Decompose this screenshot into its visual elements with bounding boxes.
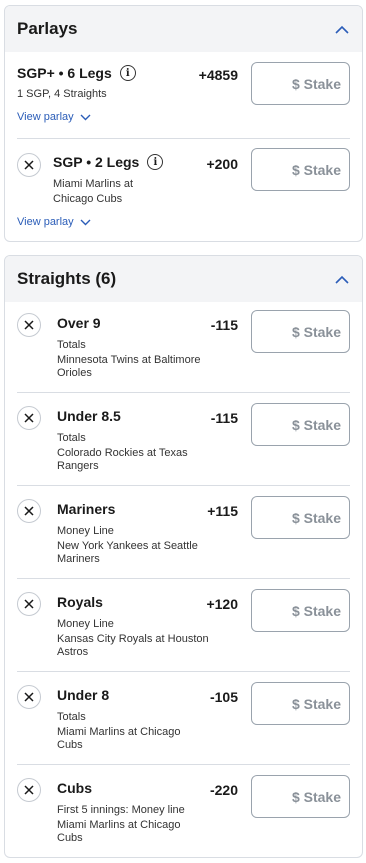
market-label: First 5 innings: Money line <box>57 804 185 816</box>
remove-button[interactable] <box>17 313 41 337</box>
chevron-down-icon <box>80 219 91 225</box>
event-label: Kansas City Royals at Houston Astros <box>57 633 209 658</box>
parlays-header[interactable]: Parlays <box>5 6 362 52</box>
selection-odds: +115 <box>207 503 238 519</box>
selection-odds: -220 <box>209 782 238 798</box>
stake-input[interactable] <box>251 310 350 353</box>
remove-button[interactable] <box>17 592 41 616</box>
divider <box>17 671 350 672</box>
stake-input[interactable] <box>251 403 350 446</box>
market-label: Totals <box>57 432 86 444</box>
event-label: Miami Marlins at Chicago Cubs <box>57 819 181 844</box>
selection-odds: -115 <box>210 410 238 426</box>
close-icon <box>24 599 34 609</box>
view-parlay-link[interactable]: View parlay <box>17 216 91 228</box>
market-label: Totals <box>57 711 86 723</box>
market-label: Totals <box>57 339 86 351</box>
remove-button[interactable] <box>17 406 41 430</box>
parlay-odds: +4859 <box>198 67 238 83</box>
divider <box>17 138 350 139</box>
parlays-section: Parlays SGP+ • 6 Legs i 1 SGP, 4 Straigh… <box>4 5 363 242</box>
stake-input[interactable] <box>251 775 350 818</box>
stake-input[interactable] <box>251 496 350 539</box>
divider <box>17 578 350 579</box>
selection-title: Mariners <box>57 501 116 517</box>
selection-odds: -105 <box>209 689 238 705</box>
selection-title: Cubs <box>57 780 92 796</box>
selection-odds: -115 <box>210 317 238 333</box>
remove-button[interactable] <box>17 153 41 177</box>
selection-title: Under 8 <box>57 687 110 703</box>
info-icon[interactable]: i <box>119 65 136 81</box>
parlay-stake-input[interactable] <box>251 148 350 191</box>
parlay-title: SGP+ • 6 Legs i <box>17 65 136 81</box>
market-label: Money Line <box>57 525 114 537</box>
close-icon <box>24 413 34 423</box>
remove-button[interactable] <box>17 685 41 709</box>
event-label: Minnesota Twins at Baltimore Orioles <box>57 354 201 379</box>
parlay-title: SGP • 2 Legs i <box>53 154 164 170</box>
close-icon <box>24 785 34 795</box>
event-label: Miami Marlins at Chicago Cubs <box>57 726 181 751</box>
straights-header[interactable]: Straights (6) <box>5 256 362 302</box>
remove-button[interactable] <box>17 499 41 523</box>
chevron-up-icon[interactable] <box>334 271 350 287</box>
close-icon <box>24 320 34 330</box>
chevron-up-icon[interactable] <box>334 21 350 37</box>
selection-title: Under 8.5 <box>57 408 121 424</box>
view-parlay-link[interactable]: View parlay <box>17 111 91 123</box>
divider <box>17 392 350 393</box>
parlays-title: Parlays <box>17 19 78 38</box>
divider <box>17 485 350 486</box>
market-label: Money Line <box>57 618 114 630</box>
parlay-stake-input[interactable] <box>251 62 350 105</box>
parlay-event: Miami Marlins at Chicago Cubs <box>53 178 134 205</box>
close-icon <box>24 160 34 170</box>
close-icon <box>24 692 34 702</box>
stake-input[interactable] <box>251 589 350 632</box>
close-icon <box>24 506 34 516</box>
selection-odds: +120 <box>206 596 238 612</box>
event-label: New York Yankees at Seattle Mariners <box>57 540 198 565</box>
straights-title: Straights (6) <box>17 269 117 288</box>
selection-title: Royals <box>57 594 103 610</box>
parlay-subtitle: 1 SGP, 4 Straights <box>17 88 107 100</box>
selection-title: Over 9 <box>57 315 101 331</box>
event-label: Colorado Rockies at Texas Rangers <box>57 447 188 472</box>
stake-input[interactable] <box>251 682 350 725</box>
chevron-down-icon <box>80 114 91 120</box>
remove-button[interactable] <box>17 778 41 802</box>
straights-section: Straights (6) Over 9 Totals Minnesota Tw… <box>4 255 363 858</box>
parlay-odds: +200 <box>206 156 238 172</box>
info-icon[interactable]: i <box>147 154 164 170</box>
divider <box>17 764 350 765</box>
